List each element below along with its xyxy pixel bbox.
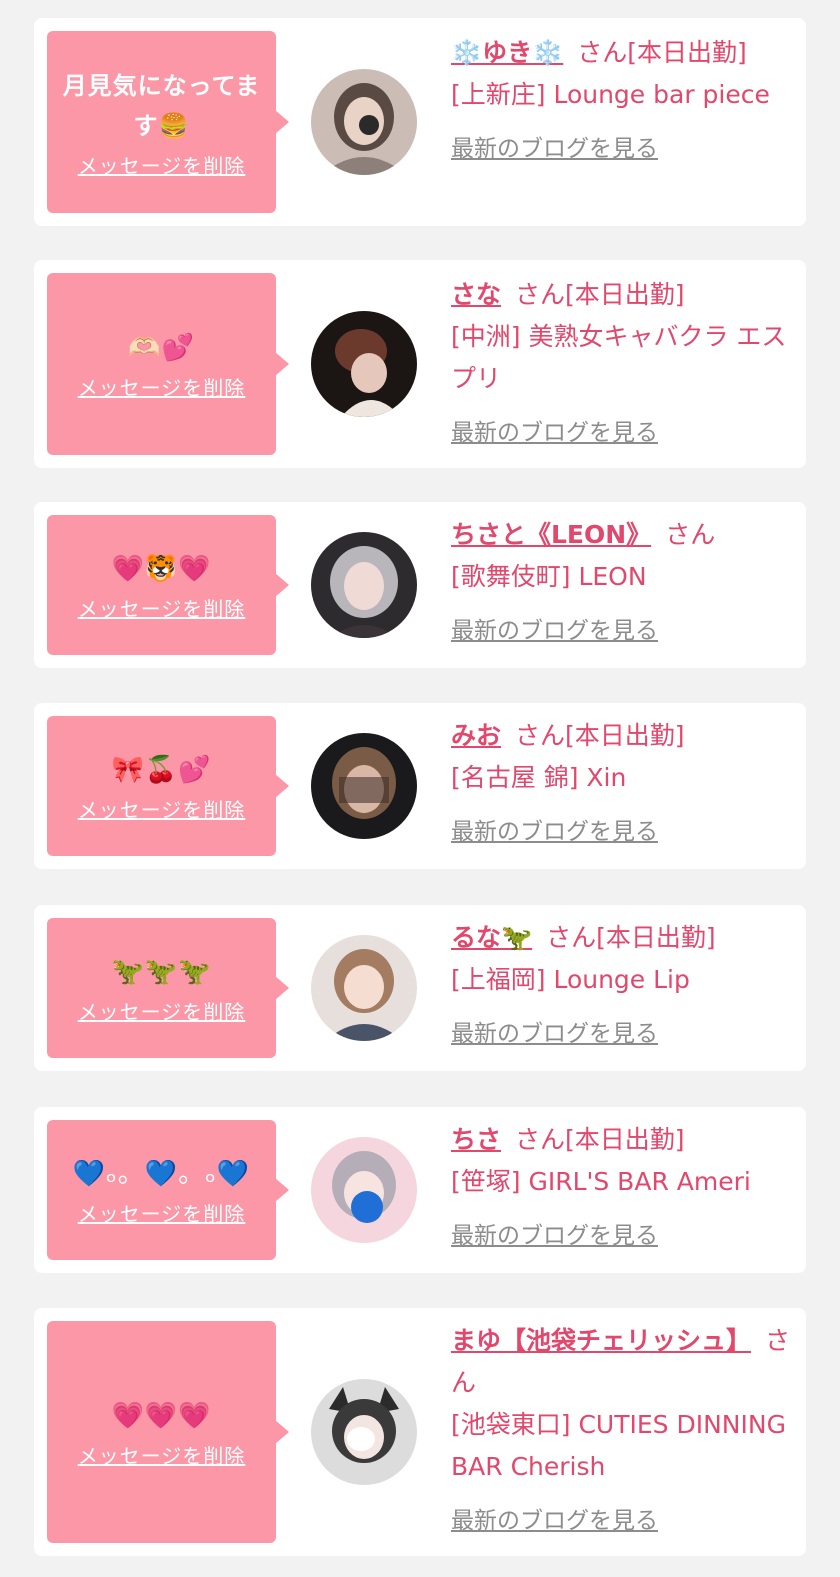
cast-status: さん — [665, 520, 716, 549]
cast-name-link[interactable]: みお — [451, 721, 501, 750]
message-bubble: 💗🐯💗 メッセージを削除 — [47, 515, 289, 655]
delete-message-link[interactable]: メッセージを削除 — [78, 1440, 246, 1469]
shop-name: [上福岡] Lounge Lip — [451, 965, 690, 994]
cast-name-link[interactable]: ちさと《LEON》 — [451, 520, 651, 549]
cast-info: るな🦖 さん[本日出勤] [上福岡] Lounge Lip 最新のブログを見る — [451, 917, 796, 1055]
cast-info: さな さん[本日出勤] [中洲] 美熟女キャバクラ エスプリ 最新のブログを見る — [451, 274, 796, 454]
message-text: 🫶🏻💕 — [128, 332, 195, 363]
avatar[interactable] — [311, 935, 417, 1041]
avatar[interactable] — [311, 311, 417, 417]
latest-blog-link[interactable]: 最新のブログを見る — [451, 1500, 658, 1542]
cast-name-link[interactable]: まゆ【池袋チェリッシュ】 — [451, 1326, 751, 1355]
latest-blog-link[interactable]: 最新のブログを見る — [451, 128, 658, 170]
avatar[interactable] — [311, 1379, 417, 1485]
message-text: 💗💗💗 — [111, 1400, 212, 1431]
message-card: 🫶🏻💕 メッセージを削除 さな さん[本日出勤] [中洲] 美熟女キャバクラ エス… — [34, 260, 806, 468]
shop-name: [上新庄] Lounge bar piece — [451, 80, 770, 109]
cast-info: ちさと《LEON》 さん [歌舞伎町] LEON 最新のブログを見る — [451, 514, 796, 652]
cast-info: みお さん[本日出勤] [名古屋 錦] Xin 最新のブログを見る — [451, 715, 796, 853]
cast-status: さん[本日出勤] — [577, 38, 747, 67]
cast-name-link[interactable]: るな🦖 — [451, 923, 532, 952]
delete-message-link[interactable]: メッセージを削除 — [78, 593, 246, 622]
delete-message-link[interactable]: メッセージを削除 — [78, 372, 246, 401]
message-bubble: 💙ₒ。💙。ₒ💙 メッセージを削除 — [47, 1120, 289, 1260]
latest-blog-link[interactable]: 最新のブログを見る — [451, 610, 658, 652]
message-bubble: 🎀🍒💕 メッセージを削除 — [47, 716, 289, 856]
cast-status: さん[本日出勤] — [515, 1125, 685, 1154]
message-card: 🦖🦖🦖 メッセージを削除 るな🦖 さん[本日出勤] [上福岡] Lounge Li… — [34, 905, 806, 1071]
delete-message-link[interactable]: メッセージを削除 — [78, 150, 246, 179]
message-card: 💙ₒ。💙。ₒ💙 メッセージを削除 ちさ さん[本日出勤] [笹塚] GIRL'S … — [34, 1107, 806, 1273]
cast-info: ちさ さん[本日出勤] [笹塚] GIRL'S BAR Ameri 最新のブログを… — [451, 1119, 796, 1257]
cast-info: ❄️ゆき❄️ さん[本日出勤] [上新庄] Lounge bar piece 最新… — [451, 32, 796, 170]
message-card: 月見気になってます🍔 メッセージを削除 ❄️ゆき❄️ さん[本日出勤] [上新庄]… — [34, 18, 806, 226]
latest-blog-link[interactable]: 最新のブログを見る — [451, 1215, 658, 1257]
cast-status: さん[本日出勤] — [515, 721, 685, 750]
message-bubble: 💗💗💗 メッセージを削除 — [47, 1321, 289, 1543]
cast-status: さん[本日出勤] — [546, 923, 716, 952]
message-card: 🎀🍒💕 メッセージを削除 みお さん[本日出勤] [名古屋 錦] Xin 最新のブ… — [34, 703, 806, 869]
message-card: 💗🐯💗 メッセージを削除 ちさと《LEON》 さん [歌舞伎町] LEON 最新の… — [34, 502, 806, 668]
message-text: 💙ₒ。💙。ₒ💙 — [72, 1158, 251, 1189]
message-text: 💗🐯💗 — [111, 553, 212, 584]
cast-info: まゆ【池袋チェリッシュ】 さん [池袋東口] CUTIES DINNING BAR… — [451, 1320, 796, 1542]
message-card: 💗💗💗 メッセージを削除 まゆ【池袋チェリッシュ】 さん [池袋東口] CUTIE… — [34, 1308, 806, 1556]
message-text: 🎀🍒💕 — [111, 754, 212, 785]
shop-name: [歌舞伎町] LEON — [451, 562, 647, 591]
shop-name: [笹塚] GIRL'S BAR Ameri — [451, 1167, 751, 1196]
avatar[interactable] — [311, 1137, 417, 1243]
delete-message-link[interactable]: メッセージを削除 — [78, 794, 246, 823]
delete-message-link[interactable]: メッセージを削除 — [78, 996, 246, 1025]
message-text: 月見気になってます🍔 — [62, 71, 261, 140]
avatar[interactable] — [311, 69, 417, 175]
cast-name-link[interactable]: ❄️ゆき❄️ — [451, 38, 563, 67]
cast-name-link[interactable]: さな — [451, 280, 501, 309]
message-text: 🦖🦖🦖 — [111, 956, 212, 987]
message-bubble: 🦖🦖🦖 メッセージを削除 — [47, 918, 289, 1058]
avatar[interactable] — [311, 733, 417, 839]
latest-blog-link[interactable]: 最新のブログを見る — [451, 1013, 658, 1055]
latest-blog-link[interactable]: 最新のブログを見る — [451, 811, 658, 853]
cast-status: さん[本日出勤] — [515, 280, 685, 309]
cast-name-link[interactable]: ちさ — [451, 1125, 501, 1154]
message-bubble: 🫶🏻💕 メッセージを削除 — [47, 273, 289, 455]
shop-name: [池袋東口] CUTIES DINNING BAR Cherish — [451, 1410, 786, 1481]
shop-name: [名古屋 錦] Xin — [451, 763, 627, 792]
message-bubble: 月見気になってます🍔 メッセージを削除 — [47, 31, 289, 213]
delete-message-link[interactable]: メッセージを削除 — [78, 1198, 246, 1227]
shop-name: [中洲] 美熟女キャバクラ エスプリ — [451, 322, 787, 393]
avatar[interactable] — [311, 532, 417, 638]
latest-blog-link[interactable]: 最新のブログを見る — [451, 412, 658, 454]
